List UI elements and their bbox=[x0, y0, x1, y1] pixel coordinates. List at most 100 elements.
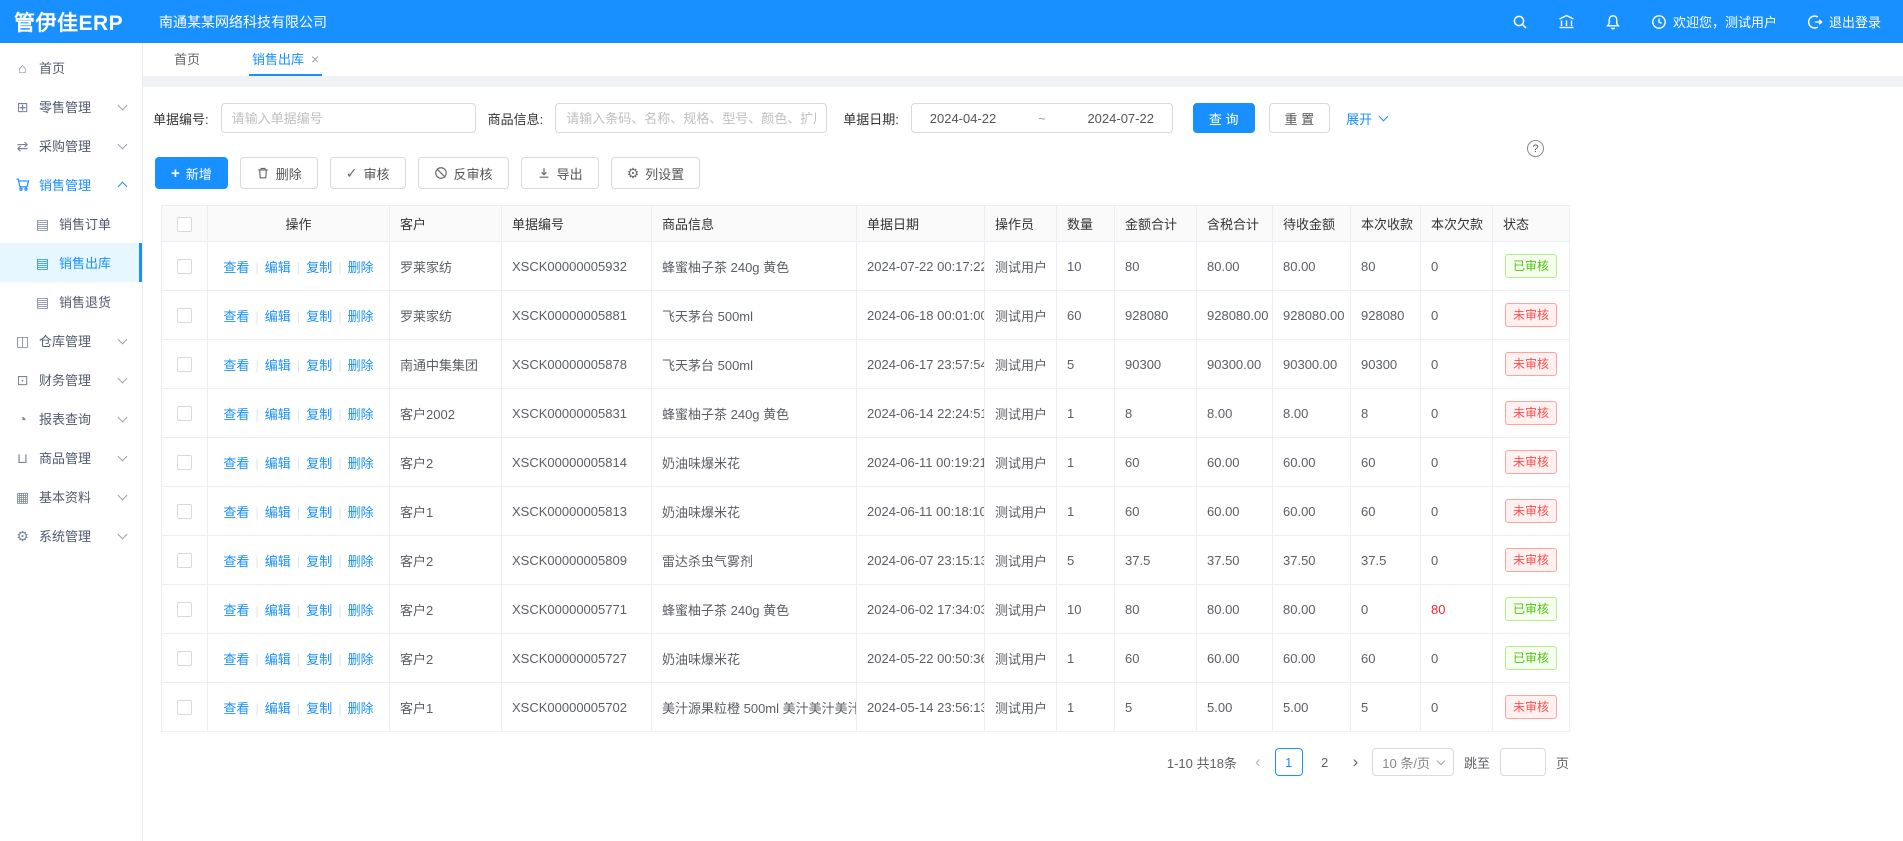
sidebar-item-sales-management[interactable]: 销售管理 bbox=[0, 165, 142, 204]
page-2[interactable]: 2 bbox=[1311, 748, 1339, 776]
row-checkbox[interactable] bbox=[177, 406, 192, 421]
action-copy[interactable]: 复制 bbox=[306, 701, 332, 716]
action-edit[interactable]: 编辑 bbox=[265, 260, 291, 275]
row-checkbox[interactable] bbox=[177, 651, 192, 666]
tab-home[interactable]: 首页 bbox=[171, 43, 203, 76]
search-button[interactable]: 查 询 bbox=[1193, 103, 1255, 133]
action-copy[interactable]: 复制 bbox=[306, 505, 332, 520]
action-delete[interactable]: 删除 bbox=[348, 554, 374, 569]
doc-no-input[interactable] bbox=[221, 103, 476, 133]
action-copy[interactable]: 复制 bbox=[306, 407, 332, 422]
row-checkbox[interactable] bbox=[177, 504, 192, 519]
search-icon[interactable] bbox=[1512, 14, 1528, 30]
action-copy[interactable]: 复制 bbox=[306, 358, 332, 373]
row-checkbox[interactable] bbox=[177, 308, 192, 323]
action-delete[interactable]: 删除 bbox=[348, 309, 374, 324]
action-view[interactable]: 查看 bbox=[223, 652, 249, 667]
sidebar-item-finance-management[interactable]: ⊡财务管理 bbox=[0, 360, 142, 399]
help-icon[interactable]: ? bbox=[1527, 140, 1544, 157]
date-to[interactable]: 2024-07-22 bbox=[1087, 111, 1154, 126]
action-copy[interactable]: 复制 bbox=[306, 309, 332, 324]
row-checkbox[interactable] bbox=[177, 357, 192, 372]
action-copy[interactable]: 复制 bbox=[306, 456, 332, 471]
sidebar-item-retail-management[interactable]: ⊞零售管理 bbox=[0, 87, 142, 126]
row-checkbox[interactable] bbox=[177, 455, 192, 470]
date-range-picker[interactable]: 2024-04-22 ~ 2024-07-22 bbox=[911, 103, 1173, 133]
delete-button[interactable]: 删除 bbox=[240, 157, 318, 189]
row-checkbox[interactable] bbox=[177, 700, 192, 715]
export-button[interactable]: 导出 bbox=[521, 157, 599, 189]
status-badge: 未审核 bbox=[1505, 499, 1557, 523]
date-from[interactable]: 2024-04-22 bbox=[930, 111, 997, 126]
sidebar-item-sales-order[interactable]: ▤销售订单 bbox=[0, 204, 142, 243]
select-all-checkbox[interactable] bbox=[177, 217, 192, 232]
action-delete[interactable]: 删除 bbox=[348, 603, 374, 618]
action-view[interactable]: 查看 bbox=[223, 603, 249, 618]
reset-button[interactable]: 重 置 bbox=[1269, 103, 1331, 133]
action-separator: | bbox=[297, 554, 300, 569]
status-cell: 已审核 bbox=[1493, 634, 1570, 683]
action-edit[interactable]: 编辑 bbox=[265, 407, 291, 422]
close-icon[interactable]: × bbox=[311, 51, 319, 67]
product-icon: ⊔ bbox=[14, 451, 31, 465]
cell-qty: 10 bbox=[1057, 585, 1115, 634]
action-view[interactable]: 查看 bbox=[223, 309, 249, 324]
sidebar-item-home[interactable]: ⌂首页 bbox=[0, 48, 142, 87]
action-edit[interactable]: 编辑 bbox=[265, 701, 291, 716]
action-delete[interactable]: 删除 bbox=[348, 505, 374, 520]
action-copy[interactable]: 复制 bbox=[306, 603, 332, 618]
logout-button[interactable]: 退出登录 bbox=[1807, 12, 1881, 31]
sidebar-item-system-management[interactable]: ⚙系统管理 bbox=[0, 516, 142, 555]
product-info-input[interactable] bbox=[555, 103, 827, 133]
action-edit[interactable]: 编辑 bbox=[265, 554, 291, 569]
cell-received: 928080 bbox=[1351, 291, 1421, 340]
unaudit-button[interactable]: 反审核 bbox=[418, 157, 509, 189]
building-icon[interactable] bbox=[1558, 14, 1575, 30]
tab-sales-outbound[interactable]: 销售出库× bbox=[249, 43, 322, 76]
jump-page-input[interactable] bbox=[1500, 748, 1546, 776]
action-delete[interactable]: 删除 bbox=[348, 456, 374, 471]
action-delete[interactable]: 删除 bbox=[348, 652, 374, 667]
action-delete[interactable]: 删除 bbox=[348, 358, 374, 373]
action-delete[interactable]: 删除 bbox=[348, 701, 374, 716]
prev-page-button[interactable]: ‹ bbox=[1251, 752, 1265, 772]
action-delete[interactable]: 删除 bbox=[348, 407, 374, 422]
column-settings-button[interactable]: ⚙列设置 bbox=[611, 157, 701, 189]
action-delete[interactable]: 删除 bbox=[348, 260, 374, 275]
bell-icon[interactable] bbox=[1605, 14, 1621, 30]
action-copy[interactable]: 复制 bbox=[306, 260, 332, 275]
cell-doc_no: XSCK00000005809 bbox=[502, 536, 652, 585]
action-view[interactable]: 查看 bbox=[223, 358, 249, 373]
row-checkbox[interactable] bbox=[177, 602, 192, 617]
sidebar-item-report-query[interactable]: ◔报表查询 bbox=[0, 399, 142, 438]
sidebar-item-product-management[interactable]: ⊔商品管理 bbox=[0, 438, 142, 477]
action-edit[interactable]: 编辑 bbox=[265, 358, 291, 373]
expand-toggle[interactable]: 展开 bbox=[1346, 109, 1387, 128]
sidebar-item-warehouse-management[interactable]: ◫仓库管理 bbox=[0, 321, 142, 360]
page-1[interactable]: 1 bbox=[1275, 748, 1303, 776]
sidebar-item-sales-return[interactable]: ▤销售退货 bbox=[0, 282, 142, 321]
sidebar-item-purchase-management[interactable]: ⇄采购管理 bbox=[0, 126, 142, 165]
audit-button[interactable]: ✓审核 bbox=[330, 157, 406, 189]
action-edit[interactable]: 编辑 bbox=[265, 652, 291, 667]
action-view[interactable]: 查看 bbox=[223, 701, 249, 716]
action-edit[interactable]: 编辑 bbox=[265, 456, 291, 471]
row-checkbox[interactable] bbox=[177, 553, 192, 568]
action-view[interactable]: 查看 bbox=[223, 407, 249, 422]
action-edit[interactable]: 编辑 bbox=[265, 505, 291, 520]
action-view[interactable]: 查看 bbox=[223, 554, 249, 569]
next-page-button[interactable]: › bbox=[1349, 752, 1363, 772]
action-view[interactable]: 查看 bbox=[223, 260, 249, 275]
add-button[interactable]: +新增 bbox=[155, 157, 228, 189]
action-view[interactable]: 查看 bbox=[223, 505, 249, 520]
page-size-select[interactable]: 10 条/页 bbox=[1372, 748, 1454, 776]
sidebar-item-sales-outbound[interactable]: ▤销售出库 bbox=[0, 243, 142, 282]
action-edit[interactable]: 编辑 bbox=[265, 309, 291, 324]
action-view[interactable]: 查看 bbox=[223, 456, 249, 471]
chevron-down-icon bbox=[118, 139, 128, 149]
sidebar-item-basic-data[interactable]: ▦基本资料 bbox=[0, 477, 142, 516]
row-checkbox[interactable] bbox=[177, 259, 192, 274]
action-copy[interactable]: 复制 bbox=[306, 554, 332, 569]
action-edit[interactable]: 编辑 bbox=[265, 603, 291, 618]
action-copy[interactable]: 复制 bbox=[306, 652, 332, 667]
